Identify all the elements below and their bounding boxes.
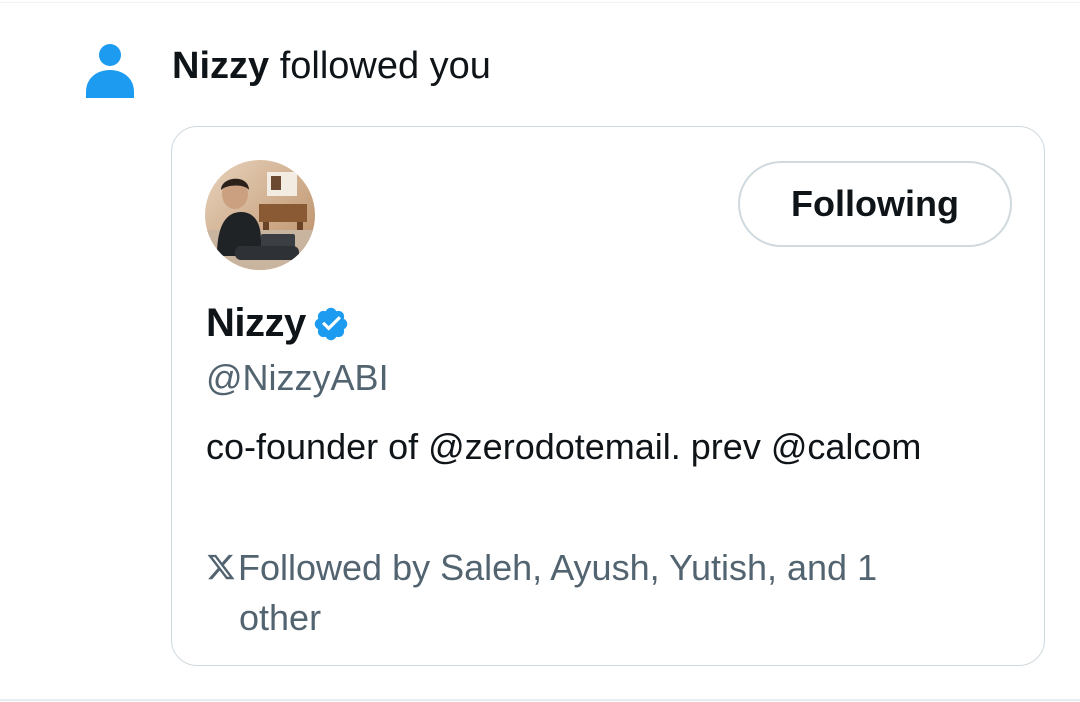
- following-button[interactable]: Following: [738, 161, 1012, 247]
- display-name[interactable]: Nizzy: [206, 299, 306, 347]
- user-handle: @NizzyABI: [206, 357, 389, 398]
- bottom-divider: [0, 699, 1080, 701]
- verified-badge-icon: [312, 305, 350, 343]
- x-logo-icon: [206, 545, 236, 580]
- user-bio: co-founder of @zerodotemail. prev @calco…: [206, 426, 922, 467]
- profile-card[interactable]: Following Nizzy @NizzyABI co-founder of …: [171, 126, 1045, 666]
- name-row: Nizzy: [206, 299, 350, 347]
- followed-by-text[interactable]: Followed by Saleh, Ayush, Yutish, and 1 …: [206, 543, 1006, 643]
- person-icon: [84, 42, 136, 98]
- notification-actor-name[interactable]: Nizzy: [172, 45, 269, 87]
- followed-by-line2: other: [239, 597, 322, 638]
- notification-text: Nizzy followed you: [172, 42, 491, 90]
- user-avatar[interactable]: [205, 160, 315, 270]
- notification-action-text: followed you: [269, 45, 491, 87]
- followed-by-line1: Followed by Saleh, Ayush, Yutish, and 1: [238, 547, 878, 588]
- top-divider: [0, 2, 1080, 3]
